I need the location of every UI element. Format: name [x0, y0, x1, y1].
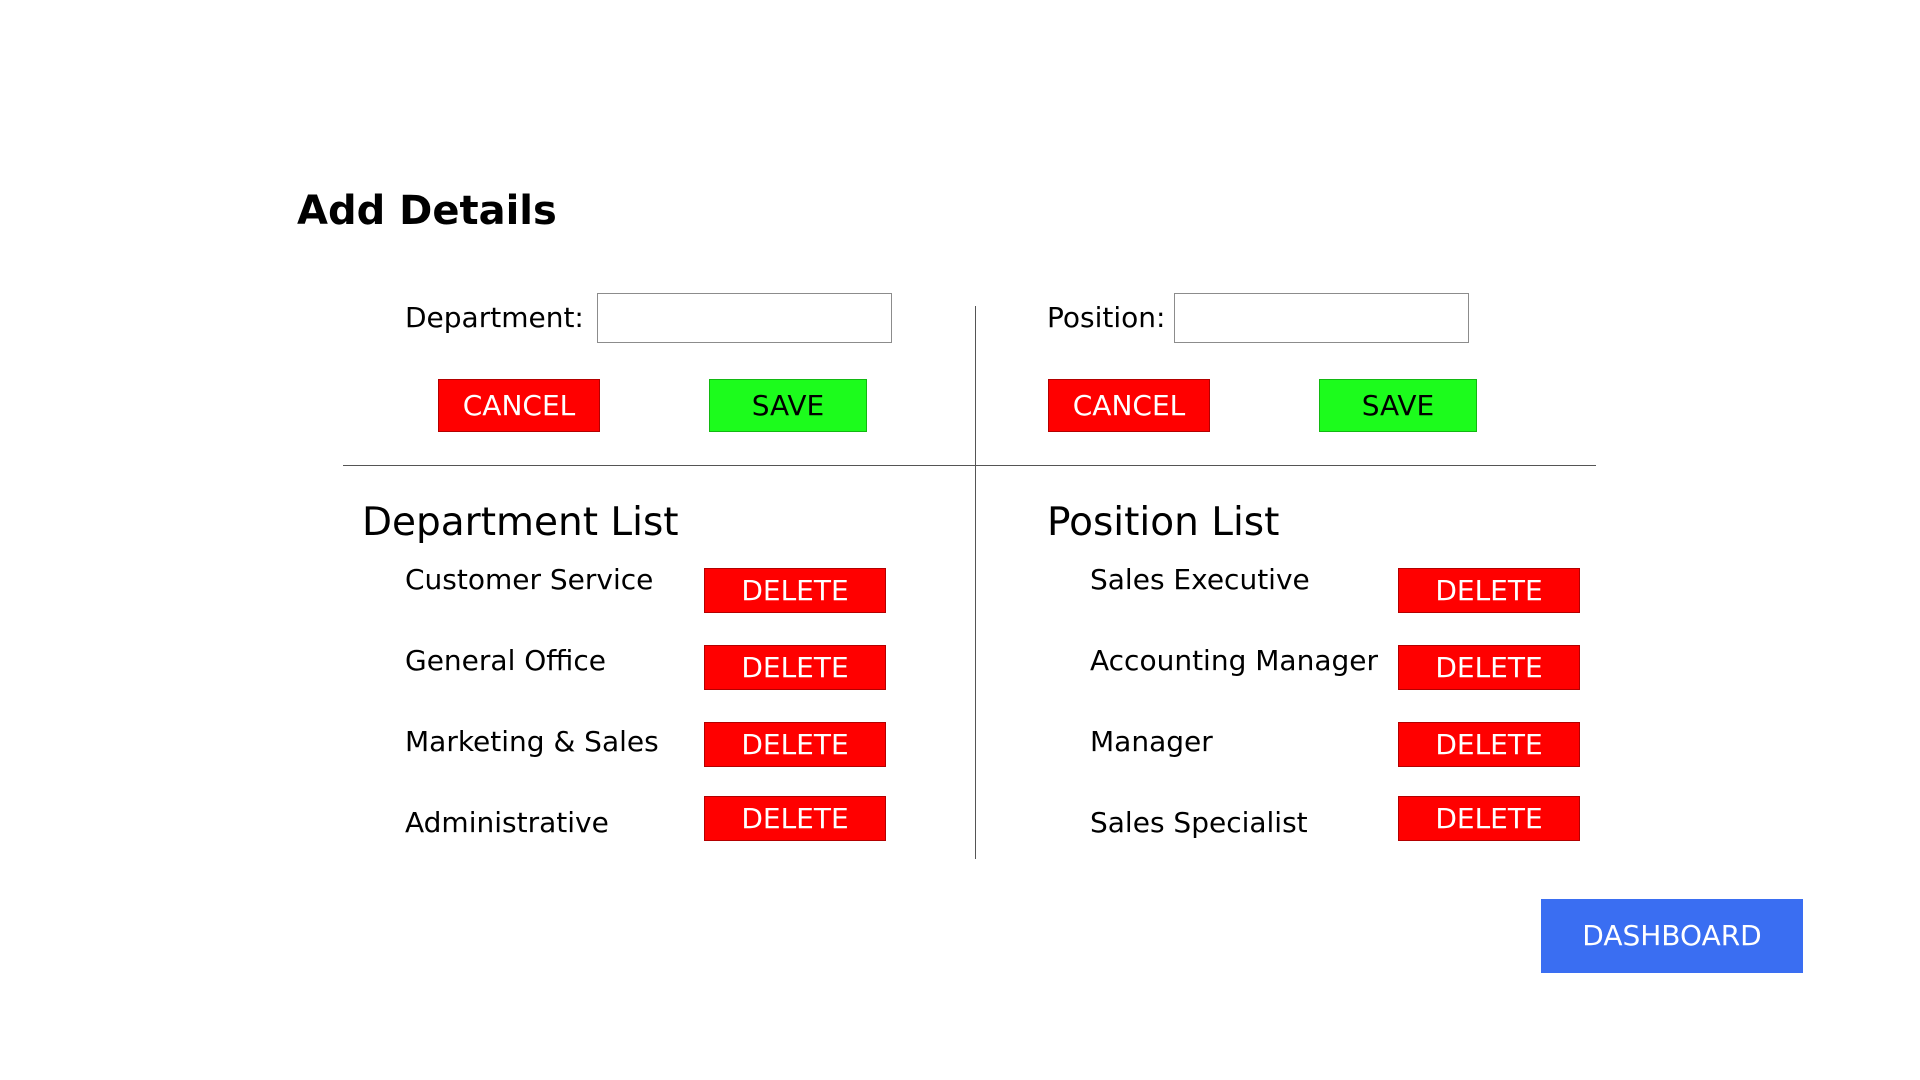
page-title: Add Details — [297, 188, 557, 234]
position-name: Accounting Manager — [1090, 644, 1378, 677]
department-delete-button[interactable]: DELETE — [704, 568, 886, 613]
department-cancel-button[interactable]: CANCEL — [438, 379, 600, 432]
department-delete-button[interactable]: DELETE — [704, 722, 886, 767]
department-save-button[interactable]: SAVE — [709, 379, 867, 432]
position-name: Sales Executive — [1090, 563, 1310, 596]
department-name: Administrative — [405, 806, 609, 839]
department-list-title: Department List — [362, 500, 679, 545]
department-delete-button[interactable]: DELETE — [704, 645, 886, 690]
department-name: Marketing & Sales — [405, 725, 659, 758]
dashboard-button[interactable]: DASHBOARD — [1541, 899, 1803, 973]
department-delete-button[interactable]: DELETE — [704, 796, 886, 841]
department-input[interactable] — [597, 293, 892, 343]
department-name: General Office — [405, 644, 606, 677]
position-list-title: Position List — [1047, 500, 1280, 545]
position-cancel-button[interactable]: CANCEL — [1048, 379, 1210, 432]
position-name: Sales Specialist — [1090, 806, 1308, 839]
position-delete-button[interactable]: DELETE — [1398, 796, 1580, 841]
position-delete-button[interactable]: DELETE — [1398, 722, 1580, 767]
department-name: Customer Service — [405, 563, 654, 596]
position-label: Position: — [1047, 301, 1166, 334]
position-save-button[interactable]: SAVE — [1319, 379, 1477, 432]
position-input[interactable] — [1174, 293, 1469, 343]
horizontal-divider — [343, 465, 1596, 466]
department-label: Department: — [405, 301, 584, 334]
position-name: Manager — [1090, 725, 1213, 758]
position-delete-button[interactable]: DELETE — [1398, 645, 1580, 690]
vertical-divider — [975, 306, 976, 859]
position-delete-button[interactable]: DELETE — [1398, 568, 1580, 613]
